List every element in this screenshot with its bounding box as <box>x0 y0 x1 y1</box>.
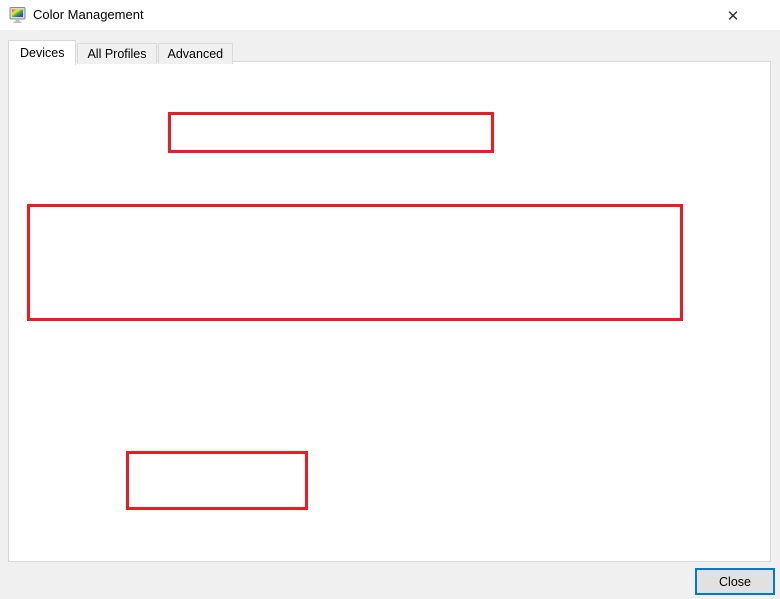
dialog-footer <box>0 562 780 599</box>
window-title: Color Management <box>33 0 144 30</box>
color-management-dialog: Color Management ✕ Devices All Profiles … <box>0 0 780 599</box>
titlebar: Color Management ✕ <box>0 0 780 30</box>
tab-strip: Devices All Profiles Advanced <box>8 40 234 64</box>
devices-tab-page <box>8 61 771 562</box>
tab-all-profiles[interactable]: All Profiles <box>77 43 156 64</box>
color-management-icon <box>9 6 27 24</box>
tab-advanced[interactable]: Advanced <box>158 43 234 64</box>
close-icon[interactable]: ✕ <box>718 3 748 28</box>
tab-devices[interactable]: Devices <box>8 40 76 65</box>
close-button[interactable]: Close <box>695 568 775 595</box>
